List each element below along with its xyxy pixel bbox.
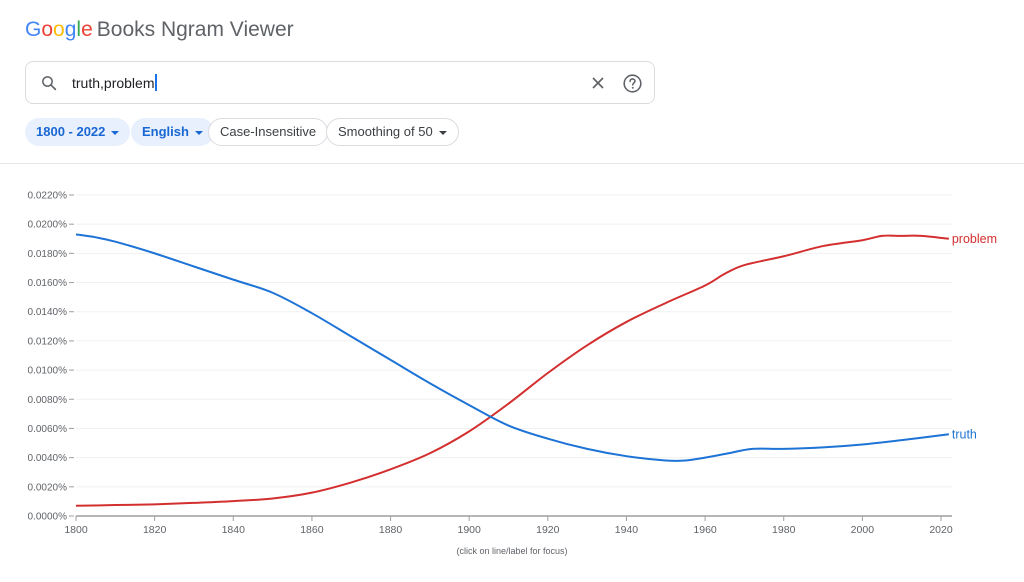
google-books-ngram-logo[interactable]: Google Books Ngram Viewer <box>25 18 294 42</box>
y-tick-label: 0.0220% <box>28 191 68 202</box>
x-tick-label: 1900 <box>458 524 482 536</box>
series-label-problem[interactable]: problem <box>952 232 997 246</box>
y-tick-label: 0.0080% <box>28 395 68 406</box>
smoothing-label: Smoothing of 50 <box>338 124 433 139</box>
corpus-dropdown[interactable]: English <box>131 118 214 146</box>
logo-letter: o <box>53 18 65 41</box>
close-icon[interactable] <box>588 73 608 93</box>
series-label-truth[interactable]: truth <box>952 427 977 441</box>
ngram-chart: 0.0000% 0.0020% 0.0040% 0.0060% 0.0080% 0.010… <box>28 191 998 537</box>
x-tick-label: 2000 <box>851 524 875 536</box>
y-tick-label: 0.0040% <box>28 453 68 464</box>
x-tick-label: 1880 <box>379 524 403 536</box>
dropdown-arrow-icon <box>111 130 120 135</box>
series-line-problem[interactable] <box>75 234 949 507</box>
logo-letter: G <box>25 18 42 41</box>
logo-letter: o <box>41 18 54 41</box>
x-tick-label: 1960 <box>693 524 717 536</box>
focus-hint: (click on line/label for focus) <box>456 546 568 556</box>
y-tick-label: 0.0060% <box>28 424 68 435</box>
case-insensitive-toggle[interactable]: Case-Insensitive <box>208 118 329 146</box>
x-tick-label: 1840 <box>222 524 246 536</box>
dropdown-arrow-icon <box>438 130 447 135</box>
x-tick-label: 1860 <box>300 524 324 536</box>
search-icon <box>42 76 57 91</box>
y-tick-label: 0.0200% <box>28 220 68 231</box>
search-input[interactable]: truth,problem <box>72 74 158 91</box>
y-tick-label: 0.0020% <box>28 482 68 493</box>
smoothing-dropdown[interactable]: Smoothing of 50 <box>326 118 459 146</box>
dropdown-arrow-icon <box>194 130 203 135</box>
header: Google Books Ngram Viewer truth,problem 1… <box>0 0 1024 164</box>
logo-letter: g <box>64 18 77 41</box>
y-tick-label: 0.0160% <box>28 278 68 289</box>
search-query-text: truth,problem <box>72 75 155 91</box>
y-tick-label: 0.0100% <box>28 366 68 377</box>
x-tick-label: 1920 <box>536 524 560 536</box>
y-tick-label: 0.0140% <box>28 307 68 318</box>
search-box[interactable]: truth,problem <box>25 61 655 104</box>
x-tick-label: 1940 <box>615 524 639 536</box>
text-cursor <box>155 74 158 91</box>
app-title: Books Ngram Viewer <box>96 18 294 41</box>
x-tick-label: 1980 <box>772 524 796 536</box>
logo-letter: e <box>81 18 93 41</box>
year-range-dropdown[interactable]: 1800 - 2022 <box>25 118 131 146</box>
x-tick-label: 1800 <box>64 524 88 536</box>
y-tick-label: 0.0120% <box>28 336 68 347</box>
x-tick-label: 1820 <box>143 524 167 536</box>
y-tick-label: 0.0000% <box>28 512 68 523</box>
x-tick-label: 2020 <box>929 524 953 536</box>
corpus-label: English <box>142 124 189 139</box>
case-label: Case-Insensitive <box>220 124 317 139</box>
help-circle-icon[interactable] <box>622 73 643 94</box>
series-line-truth[interactable] <box>75 233 949 463</box>
year-range-label: 1800 - 2022 <box>36 124 106 139</box>
y-tick-label: 0.0180% <box>28 249 68 260</box>
